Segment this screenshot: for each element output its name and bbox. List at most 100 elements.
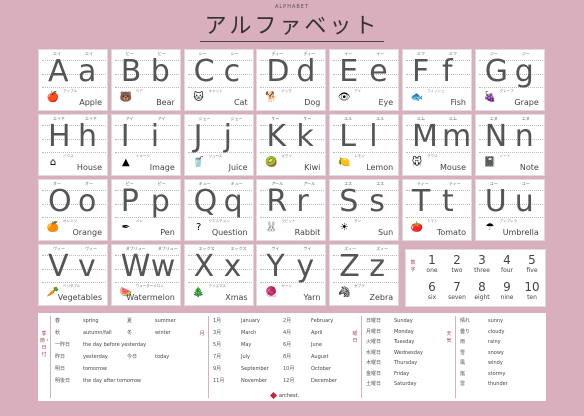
word-kana: イメージ (135, 154, 150, 158)
uppercase-letter: R (266, 184, 288, 219)
letter-card-o: オー オー Oo 🍊 オレンジ Orange (38, 179, 108, 241)
uppercase-letter: K (266, 119, 287, 154)
kiwi-icon: 🥝 (265, 157, 278, 168)
term-english: July (241, 354, 250, 360)
term-japanese: 2月 (283, 318, 292, 324)
uppercase-letter: Z (339, 249, 360, 284)
zebra-icon: 🦓 (337, 287, 351, 298)
letter-card-g: ジー ジー Gg 🍇 グレープ Grape (474, 49, 545, 111)
number-digit: 10 (524, 280, 540, 294)
word-kana: ラビット (281, 219, 296, 223)
example-word: 👁 アイ Eye (330, 89, 398, 107)
numbers-panel: 数字 1 one 2 two 3 three 4 four 5 five 6 six 7 seven 8 ei… (405, 249, 546, 307)
word-kana: グレープ (499, 89, 514, 93)
letter-pair: Rr (257, 185, 325, 219)
letter-card-y: ワイ ワイ Yy 🧶 ヤーン Yarn (256, 244, 327, 306)
tree-icon: 🎄 (192, 287, 205, 298)
word-kana: アンブレラ (499, 219, 518, 223)
months-row: 9月 September (213, 366, 269, 372)
seasons-row-secondary: 夏 summer (127, 318, 176, 324)
term-english: October (311, 366, 332, 372)
word-kana: アイ (354, 89, 362, 93)
word-label: Dog (304, 98, 321, 107)
letter-card-v: ヴィー ヴィー Vv 🥕 ベジタブル Vegetables (38, 244, 108, 306)
uppercase-letter: F (412, 54, 430, 89)
lowercase-letter: m (442, 119, 472, 154)
word-label: Sun (377, 228, 394, 237)
uppercase-letter: I (120, 119, 130, 154)
term-english: Tuesday (394, 339, 415, 345)
letter-pair: Qq (185, 185, 253, 219)
example-word: 📓 ノート Note (476, 154, 544, 172)
lowercase-letter: y (296, 249, 315, 284)
uppercase-letter: B (120, 54, 142, 89)
letter-pair: Nn (476, 120, 544, 154)
term-english: February (311, 318, 334, 324)
term-english: stormy (488, 370, 506, 377)
term-english: snowy (488, 349, 504, 356)
word-label: Eye (378, 98, 394, 107)
seasons-row-secondary: 冬 winter (127, 330, 171, 336)
term-english: Monday (394, 328, 414, 335)
term-japanese: 今日 (127, 354, 138, 360)
example-word: 🍎 アップル Apple (39, 89, 107, 107)
term-japanese: 晴れ (460, 318, 471, 324)
uppercase-letter: M (412, 119, 438, 154)
brand-logo: archest. (269, 391, 311, 401)
number-item: 9 nine (495, 280, 519, 302)
word-label: Kiwi (304, 163, 321, 172)
uppercase-letter: S (339, 184, 359, 219)
uppercase-letter: A (48, 54, 69, 89)
word-label: House (76, 163, 102, 172)
number-digit: 9 (503, 280, 511, 294)
letter-pair: Ii (112, 120, 180, 154)
months-row: 1月 January (213, 318, 260, 324)
uppercase-letter: W (120, 249, 151, 284)
example-word: ? クエスチョン Question (185, 219, 253, 237)
term-japanese: 冬 (127, 330, 133, 336)
letter-pair: Kk (257, 120, 325, 154)
number-word: eight (474, 294, 490, 301)
term-english: windy (488, 360, 503, 366)
lowercase-letter: z (369, 249, 385, 284)
word-label: Juice (228, 163, 248, 172)
term-english: August (311, 354, 329, 360)
word-label: Lemon (366, 163, 394, 172)
example-word: 🍊 オレンジ Orange (39, 219, 107, 237)
uppercase-letter: X (193, 249, 215, 284)
term-japanese: 雷 (460, 381, 466, 387)
uppercase-letter: J (193, 119, 203, 154)
lowercase-letter: b (150, 54, 170, 89)
lowercase-letter: e (369, 54, 388, 89)
term-japanese: 春 (55, 318, 61, 324)
seasons-row-secondary: 今日 today (127, 354, 169, 360)
uppercase-letter: P (120, 184, 139, 219)
word-kana: ヤーン (281, 284, 292, 288)
number-word: nine (500, 294, 514, 301)
numbers-title: 数字 (410, 260, 416, 273)
term-english: April (311, 330, 323, 336)
term-english: March (241, 330, 257, 336)
letter-pair: Ee (330, 55, 398, 89)
number-word: two (451, 267, 463, 274)
house-icon: ⌂ (49, 157, 57, 168)
term-english: May (241, 342, 252, 348)
letter-card-k: ケー ケー Kk 🥝 キウイ Kiwi (256, 114, 327, 176)
months-row-secondary: 6月 June (283, 342, 322, 348)
uppercase-letter: H (48, 119, 71, 154)
uppercase-letter: Q (193, 184, 218, 219)
months-row-secondary: 2月 February (283, 318, 333, 324)
seasons-row: 明後日 the day after tomorrow (55, 378, 141, 384)
lowercase-letter: v (78, 249, 96, 284)
letter-pair: Zz (330, 250, 398, 284)
term-english: thunder (488, 381, 508, 387)
example-word: 🍋 レモン Lemon (330, 154, 398, 172)
letter-pair: Yy (257, 250, 325, 284)
seasons-row: 昨日 yesterday (55, 354, 108, 360)
word-label: Image (149, 163, 175, 172)
number-digit: 3 (478, 253, 486, 267)
example-word: 🐟 フィッシュ Fish (403, 89, 471, 107)
lowercase-letter: w (150, 249, 176, 284)
letter-pair: Gg (476, 55, 544, 89)
word-kana: トマト (427, 219, 438, 223)
